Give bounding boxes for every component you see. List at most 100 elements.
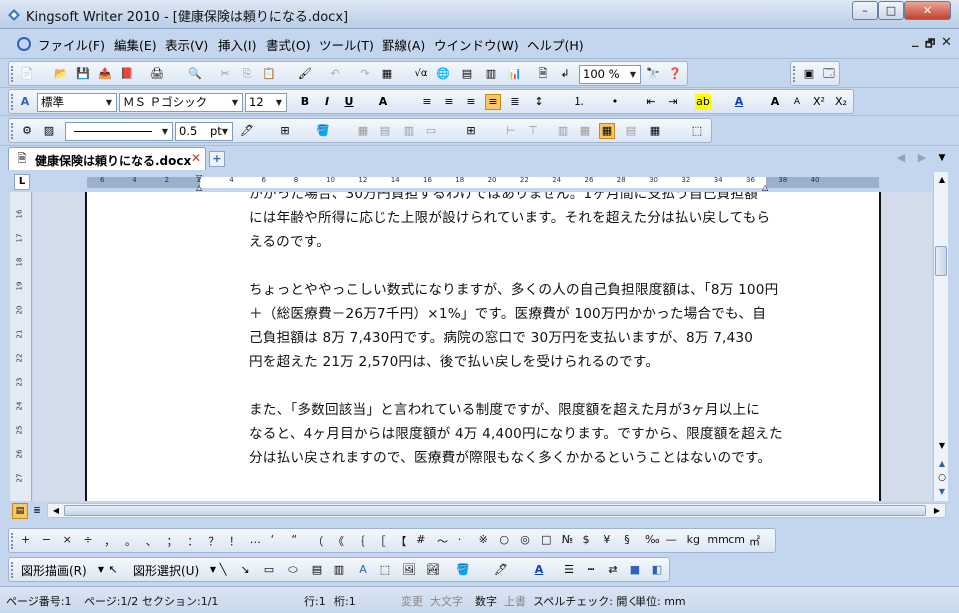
symbol-button[interactable]: ： [187,533,198,549]
task-pane-icon[interactable]: ▣ [801,66,817,82]
border-icon[interactable]: ⊞ [277,123,293,139]
dash-style-icon[interactable]: ┅ [583,562,599,578]
autoshape-menu-button[interactable]: 図形選択(U) [133,562,199,579]
status-spell-check[interactable]: スペルチェック: 開く [533,593,638,609]
symbol-button[interactable]: … [250,533,261,546]
symbol-button[interactable]: − [42,533,51,546]
menu-format[interactable]: 書式(O) [266,35,311,54]
export-icon[interactable]: 📤 [97,66,113,82]
mdi-minimize-button[interactable]: _ [912,33,919,48]
table-rows-icon[interactable]: ▤ [377,123,393,139]
print-icon[interactable]: 🖨 [149,66,165,82]
first-line-indent-marker[interactable]: ▽ [196,173,202,182]
hscroll-thumb[interactable] [64,505,926,516]
picture-icon[interactable]: 🏞 [425,562,441,578]
fill-color-icon[interactable]: 🪣 [455,562,471,578]
symbol-button[interactable]: 、 [146,533,157,549]
line-icon[interactable]: ╲ [215,562,231,578]
columns-icon[interactable]: ▥ [483,66,499,82]
format-painter-icon[interactable]: 🖌 [297,66,313,82]
menu-insert[interactable]: 挿入(I) [218,35,256,54]
table-merge-icon[interactable]: ▥ [401,123,417,139]
paragraph-3[interactable]: また、「多数回該当」と言われている制度ですが、限度額を超えた月が3ヶ月以上に な… [249,398,827,470]
paste-icon[interactable]: 📋 [261,66,277,82]
table-grid-icon[interactable]: ▦ [355,123,371,139]
symbol-button[interactable]: # [416,533,425,546]
columns-table-icon[interactable]: ▤ [459,66,475,82]
insert-table-icon[interactable]: ▦ [379,66,395,82]
symbol-button[interactable]: ¥ [603,533,610,546]
status-change[interactable]: 変更 [401,593,423,609]
decrease-indent-icon[interactable]: ⇤ [643,94,659,110]
next-page-icon[interactable]: ▼ [934,484,950,500]
symbol-button[interactable]: cm [728,533,745,546]
line-color-icon[interactable]: 🖊 [239,123,255,139]
undo-icon[interactable]: ↶ [327,66,343,82]
symbol-button[interactable]: ÷ [83,533,92,546]
menu-view[interactable]: 表示(V) [165,35,208,54]
scroll-right-icon[interactable]: ▶ [929,503,945,519]
symbol-button[interactable]: ？ [208,533,219,549]
symbol-button[interactable]: № [562,533,573,546]
menu-edit[interactable]: 編集(E) [114,35,157,54]
menu-tools[interactable]: ツール(T) [319,35,374,54]
char-format-icon[interactable]: A [375,94,391,110]
font-color-icon[interactable]: A [531,562,547,578]
symbol-button[interactable]: ～ [437,533,448,549]
print-preview-icon[interactable]: 🔍 [187,66,203,82]
page-view-icon[interactable]: ▤ [12,503,28,519]
line-style-select[interactable]: ▼ [65,122,173,141]
symbol-button[interactable]: 。 [125,533,136,549]
line-spacing-icon[interactable]: ↕ [531,94,547,110]
symbol-button[interactable]: § [624,533,630,546]
rectangle-icon[interactable]: ▭ [261,562,277,578]
status-num[interactable]: 数字 [475,593,497,609]
symbol-button[interactable]: mm [707,533,728,546]
tab-scroll-right-icon[interactable]: ▶ [914,150,930,166]
symbol-button[interactable]: ○ [499,533,509,546]
clipart-icon[interactable]: 🖼 [401,562,417,578]
menu-table[interactable]: 罫線(A) [382,35,425,54]
symbol-button[interactable]: × [63,533,72,546]
fill-color-icon[interactable]: 🪣 [315,123,331,139]
document-page[interactable]: かかった場合、30万円負担するわけではありません。1ヶ月間に支払う自己負担額 に… [85,192,881,501]
shrink-font-icon[interactable]: A [789,94,805,110]
table-autofit-icon[interactable]: ▤ [623,123,639,139]
chart-icon[interactable]: 📊 [507,66,523,82]
line-width-select[interactable]: 0.5 pt ▼ [175,122,233,141]
object-properties-icon[interactable]: ⚙ [19,123,35,139]
distribute-cols-icon[interactable]: ⊤ [525,123,541,139]
align-left-icon[interactable]: ≡ [419,94,435,110]
close-button[interactable]: ✕ [904,1,951,20]
symbol-button[interactable]: “ [291,533,297,546]
paragraph-mark-icon[interactable]: ↲ [557,66,573,82]
zoom-select[interactable]: 100 % ▼ [579,65,641,84]
italic-icon[interactable]: I [319,94,335,110]
vertical-textbox-icon[interactable]: ▥ [331,562,347,578]
tab-scroll-left-icon[interactable]: ◀ [893,150,909,166]
distributed-icon[interactable]: ≣ [507,94,523,110]
document-map-icon[interactable]: 🗎 [535,66,551,82]
cut-icon[interactable]: ✂ [217,66,233,82]
help-icon[interactable]: ❓ [667,66,683,82]
tab-stop-selector-icon[interactable]: L [14,174,30,190]
wordart-icon[interactable]: A [355,562,371,578]
mdi-close-button[interactable]: ✕ [941,35,952,50]
line-color-icon[interactable]: 🖊 [493,562,509,578]
symbol-button[interactable]: （ [312,533,323,549]
mdi-restore-button[interactable]: 🗗 [925,35,935,54]
symbol-button[interactable]: $ [583,533,590,546]
symbol-button[interactable]: ！ [229,533,240,549]
ellipse-icon[interactable]: ⬭ [285,562,301,578]
bullets-icon[interactable]: • [607,94,623,110]
symbol-button[interactable]: 《 [333,533,344,549]
symbol-button[interactable]: ※ [479,533,488,546]
numbering-icon[interactable]: ⒈ [571,94,587,110]
symbol-button[interactable]: — [666,533,677,546]
symbol-button[interactable]: kg [687,533,700,546]
justify-icon[interactable]: ≡ [485,94,501,110]
left-indent-marker[interactable]: △ [196,183,202,192]
style-select[interactable]: 標準 ▼ [37,93,117,112]
font-color-icon[interactable]: A [731,94,747,110]
new-document-icon[interactable]: 📄 [19,66,35,82]
